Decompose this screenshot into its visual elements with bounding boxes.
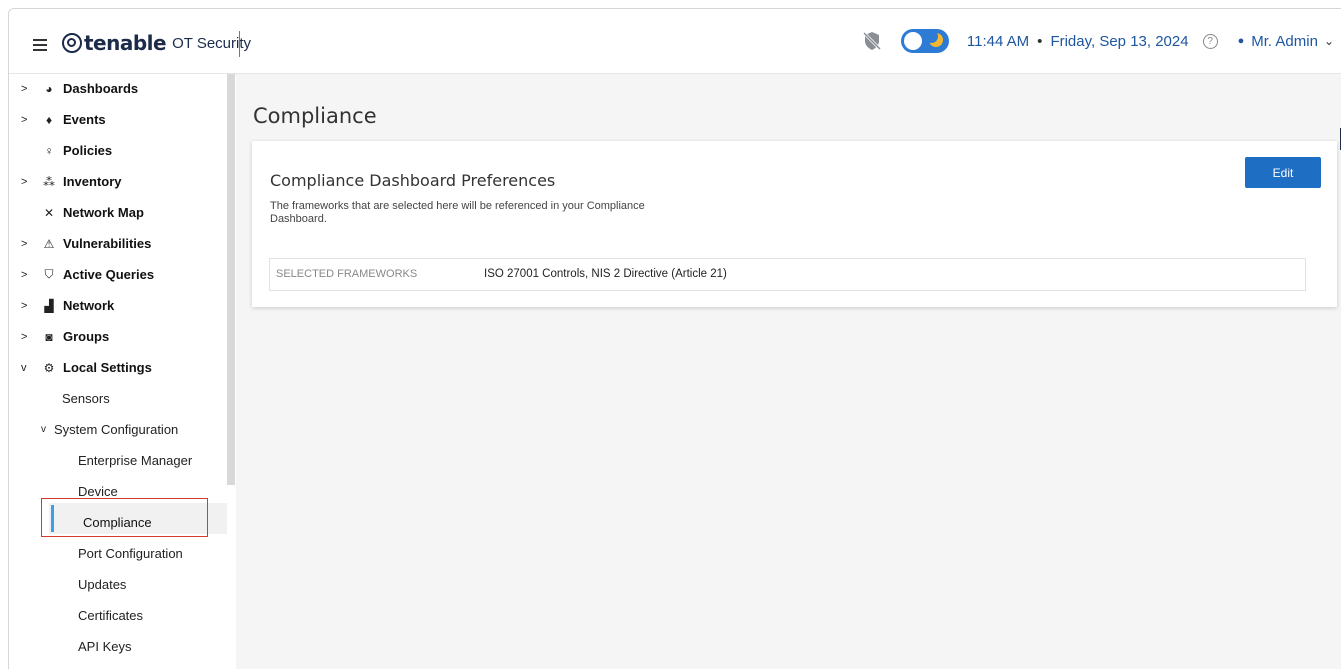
separator: • bbox=[1037, 32, 1043, 50]
chevron-right-icon: > bbox=[21, 175, 28, 188]
moon-icon bbox=[924, 30, 943, 47]
settings-icon: ⚙ bbox=[43, 360, 55, 375]
divider bbox=[239, 31, 240, 57]
sidebar-item-label: Policies bbox=[63, 143, 113, 158]
chevron-right-icon: > bbox=[21, 237, 28, 250]
sidebar-item-label: Dashboards bbox=[63, 81, 139, 96]
sidebar: > ◕ Dashboards > ♦ Events ♀ Policies > ⁂… bbox=[9, 74, 227, 669]
sidebar-item-vulnerabilities[interactable]: > ⚠ Vulnerabilities bbox=[9, 228, 227, 259]
theme-toggle[interactable] bbox=[900, 29, 949, 53]
sidebar-item-updates[interactable]: Updates bbox=[78, 569, 126, 600]
user-menu[interactable]: Mr. Admin bbox=[1251, 33, 1318, 50]
app-window: tenable OT Security 11:44 AM • Friday, S… bbox=[8, 8, 1341, 669]
edit-button[interactable]: Edit bbox=[1245, 157, 1321, 188]
current-date: Friday, Sep 13, 2024 bbox=[1050, 32, 1189, 50]
chevron-right-icon: > bbox=[21, 113, 28, 126]
chevron-down-icon[interactable]: ⌄ bbox=[1324, 34, 1334, 48]
sidebar-item-device[interactable]: Device bbox=[78, 476, 118, 507]
top-bar: tenable OT Security 11:44 AM • Friday, S… bbox=[9, 9, 1341, 74]
sidebar-item-label: Network bbox=[63, 298, 115, 313]
logo-word: tenable bbox=[84, 31, 167, 55]
sidebar-item-compliance[interactable]: Compliance bbox=[83, 507, 152, 538]
logo: tenable OT Security bbox=[62, 31, 251, 55]
sidebar-item-dashboards[interactable]: > ◕ Dashboards bbox=[9, 73, 227, 104]
inventory-icon: ⁂ bbox=[43, 174, 55, 189]
selected-frameworks-value: ISO 27001 Controls, NIS 2 Directive (Art… bbox=[484, 268, 727, 280]
chevron-right-icon: > bbox=[21, 268, 28, 281]
sidebar-item-certificates[interactable]: Certificates bbox=[78, 600, 143, 631]
shield-icon: ⛉ bbox=[44, 267, 54, 281]
menu-icon[interactable] bbox=[33, 39, 47, 54]
user-icon: ● bbox=[1237, 35, 1245, 47]
card-description: The frameworks that are selected here wi… bbox=[270, 200, 645, 225]
sidebar-item-label: Inventory bbox=[63, 174, 122, 189]
sidebar-item-inventory[interactable]: > ⁂ Inventory bbox=[9, 166, 227, 197]
sidebar-item-enterprise-manager[interactable]: Enterprise Manager bbox=[78, 445, 192, 476]
sidebar-item-label: Groups bbox=[63, 329, 110, 344]
sidebar-item-active-queries[interactable]: > ⛉ Active Queries bbox=[9, 259, 227, 290]
sidebar-item-label: Network Map bbox=[63, 205, 144, 220]
card-title: Compliance Dashboard Preferences bbox=[270, 171, 556, 190]
sidebar-item-label: Local Settings bbox=[63, 360, 152, 375]
chevron-down-icon: v bbox=[21, 361, 27, 374]
network-icon: ▟ bbox=[44, 298, 54, 313]
chevron-right-icon: > bbox=[21, 82, 28, 95]
dashboard-icon: ◕ bbox=[45, 81, 53, 96]
sidebar-scrollbar[interactable] bbox=[227, 74, 235, 485]
selected-frameworks-row: SELECTED FRAMEWORKS ISO 27001 Controls, … bbox=[269, 258, 1306, 291]
sidebar-item-network-map[interactable]: ✕ Network Map bbox=[9, 197, 227, 228]
groups-icon: ◙ bbox=[45, 329, 53, 344]
tenable-logo-icon bbox=[62, 33, 82, 53]
bug-icon: ⚠ bbox=[43, 236, 55, 251]
bell-icon: ♦ bbox=[45, 112, 53, 127]
sidebar-item-sensors[interactable]: Sensors bbox=[62, 383, 110, 414]
sidebar-item-api-keys[interactable]: API Keys bbox=[78, 631, 131, 662]
main-content: Compliance Compliance Dashboard Preferen… bbox=[236, 74, 1341, 669]
sidebar-item-label: Active Queries bbox=[63, 267, 155, 282]
sidebar-item-label: Vulnerabilities bbox=[63, 236, 152, 251]
network-map-icon: ✕ bbox=[43, 205, 55, 220]
sidebar-item-port-configuration[interactable]: Port Configuration bbox=[78, 538, 183, 569]
sidebar-item-label: Events bbox=[63, 112, 106, 127]
selected-frameworks-label: SELECTED FRAMEWORKS bbox=[276, 268, 418, 280]
chevron-down-icon: v bbox=[41, 424, 46, 435]
sidebar-item-policies[interactable]: ♀ Policies bbox=[9, 135, 227, 166]
policy-icon: ♀ bbox=[44, 143, 54, 158]
chevron-right-icon: > bbox=[21, 330, 28, 343]
top-right-tools: 11:44 AM • Friday, Sep 13, 2024 ? ● Mr. … bbox=[861, 9, 1341, 73]
page-title: Compliance bbox=[253, 104, 377, 128]
compliance-preferences-card: Compliance Dashboard Preferences The fra… bbox=[252, 141, 1337, 307]
chevron-right-icon: > bbox=[21, 299, 28, 312]
sidebar-item-groups[interactable]: > ◙ Groups bbox=[9, 321, 227, 352]
sidebar-item-network[interactable]: > ▟ Network bbox=[9, 290, 227, 321]
sidebar-item-events[interactable]: > ♦ Events bbox=[9, 104, 227, 135]
sidebar-item-label: System Configuration bbox=[54, 422, 179, 437]
sidebar-item-system-configuration[interactable]: v System Configuration bbox=[41, 414, 178, 445]
shield-off-icon[interactable] bbox=[861, 30, 883, 52]
help-icon[interactable]: ? bbox=[1202, 33, 1218, 49]
current-time: 11:44 AM bbox=[966, 32, 1030, 50]
toggle-knob bbox=[903, 32, 922, 50]
sidebar-item-local-settings[interactable]: v ⚙ Local Settings bbox=[9, 352, 227, 383]
